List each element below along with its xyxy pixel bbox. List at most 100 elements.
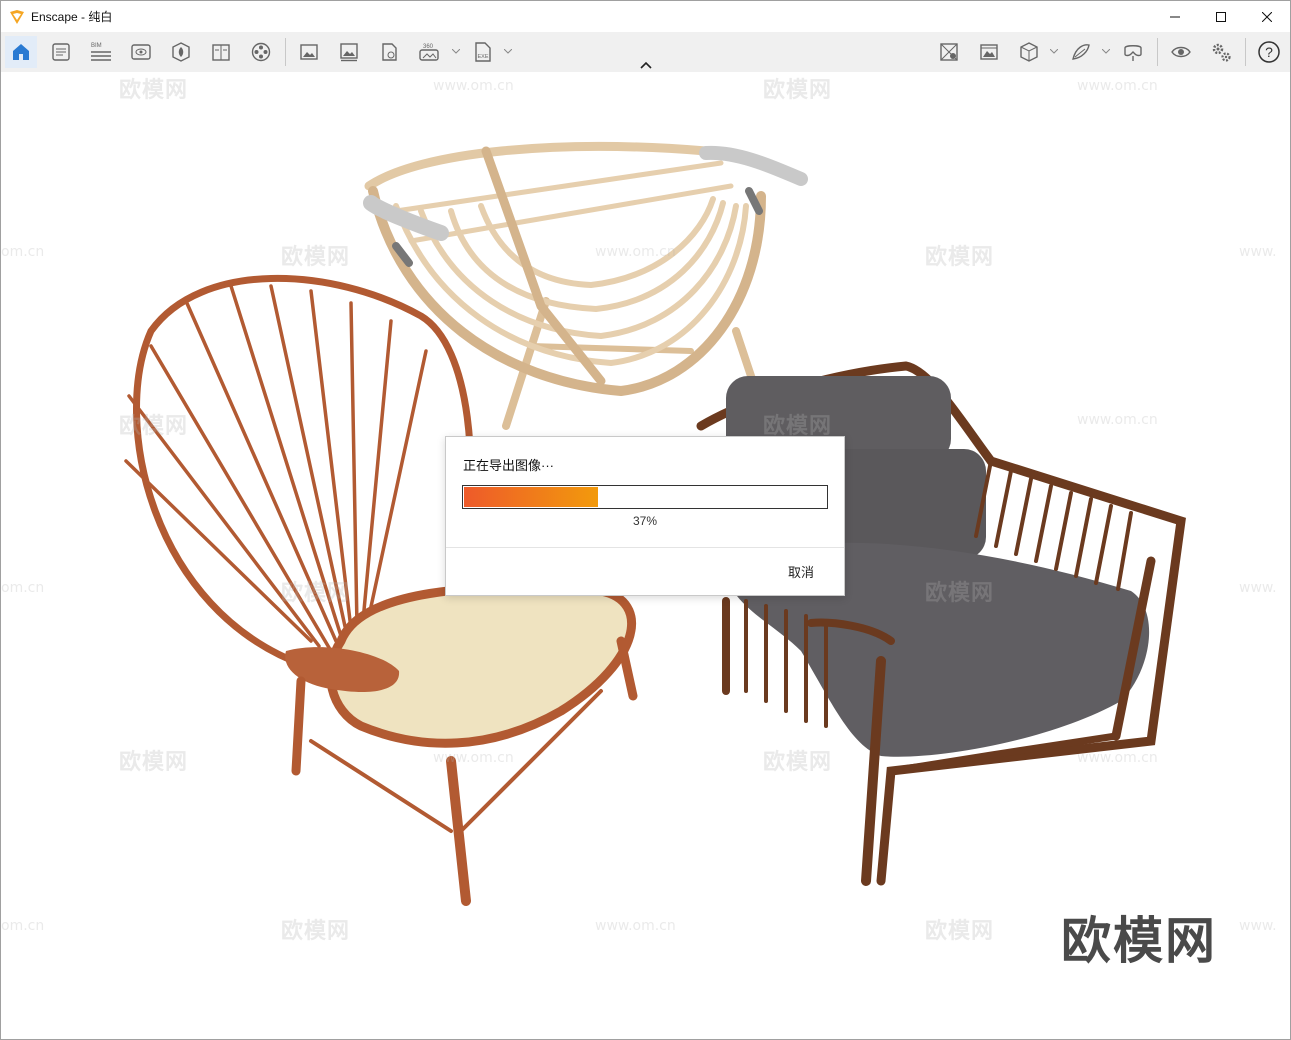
- chevron-down-icon: [504, 48, 512, 54]
- minimize-icon: [1170, 16, 1180, 17]
- panorama-button[interactable]: 360: [413, 36, 445, 68]
- home-button[interactable]: [5, 36, 37, 68]
- visibility-button[interactable]: [1165, 36, 1197, 68]
- dialog-divider: [446, 547, 844, 548]
- watermark-url: om.cn: [1, 918, 45, 934]
- toolbar-divider: [285, 38, 286, 66]
- brand-logo-text: 欧模网: [1061, 912, 1217, 970]
- svg-text:BIM: BIM: [91, 43, 102, 49]
- close-icon: [1262, 11, 1272, 22]
- upload-icon: [382, 43, 397, 61]
- asset-library-icon: [172, 42, 190, 62]
- chevron-up-icon: [640, 61, 652, 69]
- project-info-icon: [52, 43, 70, 61]
- screenshot-icon: [300, 44, 318, 60]
- asset-library-button[interactable]: [165, 36, 197, 68]
- dialog-title: 正在导出图像···: [463, 458, 554, 473]
- watermark-brand: 欧模网: [119, 414, 189, 439]
- watermark-brand: 欧模网: [119, 78, 189, 103]
- panorama-icon: 360: [419, 44, 439, 61]
- watermark-brand: 欧模网: [763, 750, 833, 775]
- vr-headset-button[interactable]: [1117, 36, 1149, 68]
- toolbar-divider: [1245, 38, 1246, 66]
- settings-button[interactable]: [1205, 36, 1237, 68]
- maximize-button[interactable]: [1198, 1, 1244, 32]
- atmosphere-button[interactable]: [933, 36, 965, 68]
- minimize-button[interactable]: [1152, 1, 1198, 32]
- progress-percent-label: 37%: [632, 514, 658, 528]
- export-progress-dialog: 正在导出图像··· 37% 取消: [445, 436, 845, 596]
- view-button[interactable]: [125, 36, 157, 68]
- watermark-url: www.: [1239, 918, 1277, 934]
- watermark-url: www.: [1239, 244, 1277, 260]
- watermark-brand: 欧模网: [281, 919, 351, 944]
- svg-text:360: 360: [423, 44, 434, 50]
- watermark-brand: 欧模网: [763, 78, 833, 103]
- watermark-url: www.om.cn: [595, 244, 676, 260]
- cancel-button[interactable]: 取消: [788, 562, 814, 581]
- batch-render-button[interactable]: [333, 36, 365, 68]
- maximize-icon: [1216, 11, 1226, 22]
- view-icon: [131, 44, 151, 60]
- material-editor-button[interactable]: [1065, 36, 1097, 68]
- window-controls: [1152, 1, 1290, 32]
- video-icon: [251, 42, 271, 62]
- atmosphere-icon: [940, 43, 958, 61]
- watermark-url: www.om.cn: [595, 918, 676, 934]
- help-icon: ?: [1258, 41, 1280, 63]
- cube-button[interactable]: [1013, 36, 1045, 68]
- project-info-button[interactable]: [45, 36, 77, 68]
- watermark-brand: 欧模网: [925, 919, 995, 944]
- bim-icon: BIM: [91, 43, 111, 61]
- settings-icon: [1212, 43, 1231, 62]
- progress-bar: [462, 485, 828, 509]
- batch-render-icon: [340, 43, 358, 62]
- collapse-toolbar-button[interactable]: [637, 59, 655, 71]
- chevron-down-icon: [452, 48, 460, 54]
- upload-button[interactable]: [373, 36, 405, 68]
- visibility-icon: [1171, 46, 1191, 58]
- material-icon: [212, 44, 230, 61]
- close-button[interactable]: [1244, 1, 1290, 32]
- cube-dropdown[interactable]: [1049, 46, 1059, 56]
- svg-text:EXE: EXE: [478, 54, 489, 60]
- watermark-url: www.om.cn: [1077, 412, 1158, 428]
- progress-bar-fill: [464, 487, 598, 507]
- visual-settings-button[interactable]: [973, 36, 1005, 68]
- home-icon: [13, 44, 29, 60]
- watermark-url: www.om.cn: [433, 750, 514, 766]
- watermark-brand: 欧模网: [281, 245, 351, 270]
- watermark-url: www.om.cn: [433, 78, 514, 94]
- help-button[interactable]: ?: [1253, 36, 1285, 68]
- watermark-brand: 欧模网: [281, 581, 351, 606]
- cube-icon: [1020, 42, 1038, 62]
- material-editor-icon: [1072, 44, 1090, 60]
- app-window: Enscape - 纯白 BIM 360 EXE ? 欧模网 www.om.cn…: [0, 0, 1291, 1040]
- chevron-down-icon: [1102, 48, 1110, 54]
- watermark-brand: 欧模网: [119, 750, 189, 775]
- enscape-logo-icon: [10, 9, 24, 24]
- watermark-url: www.: [1239, 580, 1277, 596]
- watermark-brand: 欧模网: [925, 245, 995, 270]
- vr-headset-icon: [1124, 45, 1142, 61]
- watermark-url: om.cn: [1, 244, 45, 260]
- watermark-brand: 欧模网: [925, 581, 995, 606]
- svg-text:?: ?: [1265, 44, 1273, 60]
- exe-dropdown[interactable]: [503, 46, 513, 56]
- window-title: Enscape - 纯白: [31, 10, 113, 24]
- watermark-url: www.om.cn: [1077, 78, 1158, 94]
- exe-export-icon: EXE: [475, 42, 491, 62]
- watermark-url: www.om.cn: [1077, 750, 1158, 766]
- chevron-down-icon: [1050, 48, 1058, 54]
- video-button[interactable]: [245, 36, 277, 68]
- watermark-url: om.cn: [1, 580, 45, 596]
- panorama-dropdown[interactable]: [451, 46, 461, 56]
- visual-settings-icon: [980, 44, 998, 60]
- toolbar-divider: [1157, 38, 1158, 66]
- material-button[interactable]: [205, 36, 237, 68]
- material-editor-dropdown[interactable]: [1101, 46, 1111, 56]
- exe-export-button[interactable]: EXE: [467, 36, 499, 68]
- bim-button[interactable]: BIM: [85, 36, 117, 68]
- screenshot-button[interactable]: [293, 36, 325, 68]
- title-bar: Enscape - 纯白: [1, 1, 1290, 32]
